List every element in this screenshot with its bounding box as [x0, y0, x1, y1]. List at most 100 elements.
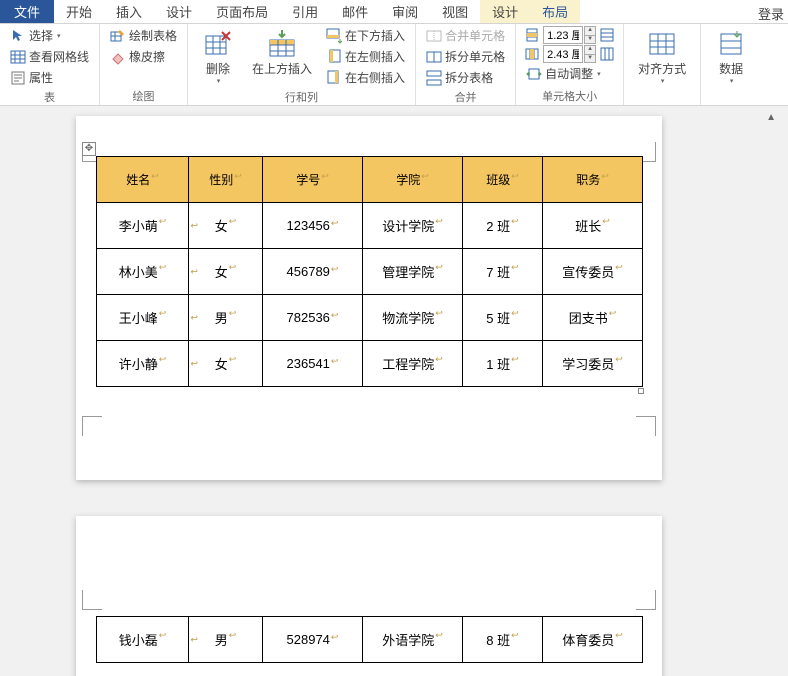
properties-button[interactable]: 属性 [8, 68, 91, 87]
spinner-down[interactable]: ▼ [584, 35, 596, 44]
autofit-icon [526, 66, 542, 82]
data-icon [715, 28, 747, 60]
spinner-up[interactable]: ▲ [584, 26, 596, 35]
draw-table-button[interactable]: 绘制表格 [108, 26, 179, 45]
group-title-draw: 绘图 [108, 86, 179, 105]
distribute-rows-icon[interactable] [599, 27, 615, 43]
eraser-button[interactable]: 橡皮擦 [108, 47, 179, 66]
split-table-icon [426, 70, 442, 86]
insert-left-button[interactable]: 在左侧插入 [324, 47, 407, 66]
split-table-button[interactable]: 拆分表格 [424, 68, 507, 87]
group-draw: 绘制表格 橡皮擦 绘图 [100, 24, 188, 105]
tab-design[interactable]: 设计 [154, 0, 204, 23]
document-table-2[interactable]: 钱小磊↩↩男↩528974↩外语学院↩8 班↩体育委员↩ [96, 616, 643, 663]
table-cell: 王小峰↩↩ [97, 295, 189, 341]
split-cells-button[interactable]: 拆分单元格 [424, 47, 507, 66]
table-cell: 236541↩ [263, 341, 363, 387]
table-header-row[interactable]: 姓名↩↩ 性别↩ 学号↩ 学院↩ 班级↩ 职务↩ [97, 157, 643, 203]
scroll-up-icon[interactable]: ▲ [766, 112, 776, 123]
table-row[interactable]: 钱小磊↩↩男↩528974↩外语学院↩8 班↩体育委员↩ [97, 617, 643, 663]
row-height-input[interactable]: ▲▼ [543, 26, 596, 44]
table-cell: 7 班↩ [463, 249, 543, 295]
group-title-merge: 合并 [424, 87, 507, 106]
header-id: 学号↩ [263, 157, 363, 203]
insert-below-icon [326, 28, 342, 44]
header-class: 班级↩ [463, 157, 543, 203]
table-cell: 女↩ [189, 341, 263, 387]
group-title-cellsize: 单元格大小 [524, 86, 615, 105]
group-title-rowscols: 行和列 [196, 87, 407, 106]
table-row[interactable]: 林小美↩↩女↩456789↩管理学院↩7 班↩宣传委员↩ [97, 249, 643, 295]
group-cell-size: ▲▼ ▲▼ 自动调整 单元格大小 [516, 24, 624, 105]
group-table: 选择 查看网格线 属性 表 [0, 24, 100, 105]
table-cell: 物流学院↩ [363, 295, 463, 341]
table-cell: 学习委员↩ [543, 341, 643, 387]
header-gender: 性别↩ [189, 157, 263, 203]
table-cell: 钱小磊↩↩ [97, 617, 189, 663]
pencil-table-icon [110, 28, 126, 44]
login-link[interactable]: 登录 [758, 4, 784, 23]
insert-left-icon [326, 49, 342, 65]
header-name: 姓名↩↩ [97, 157, 189, 203]
grid-icon [10, 49, 26, 65]
insert-above-icon [266, 28, 298, 60]
tab-home[interactable]: 开始 [54, 0, 104, 23]
tab-review[interactable]: 审阅 [380, 0, 430, 23]
table-cell: 工程学院↩ [363, 341, 463, 387]
group-merge: 合并单元格 拆分单元格 拆分表格 合并 [416, 24, 516, 105]
view-gridlines-button[interactable]: 查看网格线 [8, 47, 91, 66]
spinner-up[interactable]: ▲ [584, 45, 596, 54]
table-cell: 团支书↩ [543, 295, 643, 341]
table-row[interactable]: 许小静↩↩女↩236541↩工程学院↩1 班↩学习委员↩ [97, 341, 643, 387]
select-button[interactable]: 选择 [8, 26, 91, 45]
tab-mailings[interactable]: 邮件 [330, 0, 380, 23]
table-resize-handle[interactable] [638, 388, 644, 394]
document-table[interactable]: 姓名↩↩ 性别↩ 学号↩ 学院↩ 班级↩ 职务↩ 李小萌↩↩女↩123456↩设… [96, 156, 643, 387]
table-cell: 李小萌↩↩ [97, 203, 189, 249]
header-duty: 职务↩ [543, 157, 643, 203]
group-title-data [709, 90, 753, 105]
eraser-icon [110, 49, 126, 65]
table-move-handle[interactable]: ✥ [82, 142, 96, 156]
merge-cells-button[interactable]: 合并单元格 [424, 26, 507, 45]
insert-right-button[interactable]: 在右侧插入 [324, 68, 407, 87]
col-width-input[interactable]: ▲▼ [543, 45, 596, 63]
group-rows-cols: 删除 在上方插入 在下方插入 在左侧插入 在右侧插入 行和列 [188, 24, 416, 105]
insert-above-button[interactable]: 在上方插入 [246, 26, 318, 79]
menu-tabs: 文件 开始 插入 设计 页面布局 引用 邮件 审阅 视图 设计 布局 [0, 0, 788, 24]
page-1[interactable]: ✥ 姓名↩↩ 性别↩ 学号↩ 学院↩ 班级↩ 职务↩ 李小萌↩↩女↩123456… [76, 116, 662, 480]
data-button[interactable]: 数据 [709, 26, 753, 87]
document-area[interactable]: ▲ ✥ 姓名↩↩ 性别↩ 学号↩ 学院↩ 班级↩ 职务↩ 李小萌↩↩女↩1234… [0, 106, 788, 676]
group-data: 数据 [701, 24, 761, 105]
group-title-table: 表 [8, 87, 91, 106]
tab-references[interactable]: 引用 [280, 0, 330, 23]
table-cell: 许小静↩↩ [97, 341, 189, 387]
col-width-icon [524, 46, 540, 62]
row-height-icon [524, 27, 540, 43]
table-row[interactable]: 王小峰↩↩男↩782536↩物流学院↩5 班↩团支书↩ [97, 295, 643, 341]
merge-icon [426, 28, 442, 44]
tab-table-layout[interactable]: 布局 [530, 0, 580, 23]
table-cell: 女↩ [189, 249, 263, 295]
tab-pagelayout[interactable]: 页面布局 [204, 0, 280, 23]
insert-below-button[interactable]: 在下方插入 [324, 26, 407, 45]
align-grid-icon [646, 28, 678, 60]
page-2[interactable]: 钱小磊↩↩男↩528974↩外语学院↩8 班↩体育委员↩ [76, 516, 662, 676]
table-cell: 2 班↩ [463, 203, 543, 249]
autofit-button[interactable]: 自动调整 [524, 64, 615, 83]
table-cell: 班长↩ [543, 203, 643, 249]
alignment-button[interactable]: 对齐方式 [632, 26, 692, 87]
tab-view[interactable]: 视图 [430, 0, 480, 23]
delete-button[interactable]: 删除 [196, 26, 240, 87]
distribute-cols-icon[interactable] [599, 46, 615, 62]
table-cell: 782536↩ [263, 295, 363, 341]
spinner-down[interactable]: ▼ [584, 54, 596, 63]
table-cell: 宣传委员↩ [543, 249, 643, 295]
tab-file[interactable]: 文件 [0, 0, 54, 23]
tab-table-design[interactable]: 设计 [480, 0, 530, 23]
table-row[interactable]: 李小萌↩↩女↩123456↩设计学院↩2 班↩班长↩ [97, 203, 643, 249]
table-cell: 1 班↩ [463, 341, 543, 387]
table-cell: 体育委员↩ [543, 617, 643, 663]
header-college: 学院↩ [363, 157, 463, 203]
tab-insert[interactable]: 插入 [104, 0, 154, 23]
